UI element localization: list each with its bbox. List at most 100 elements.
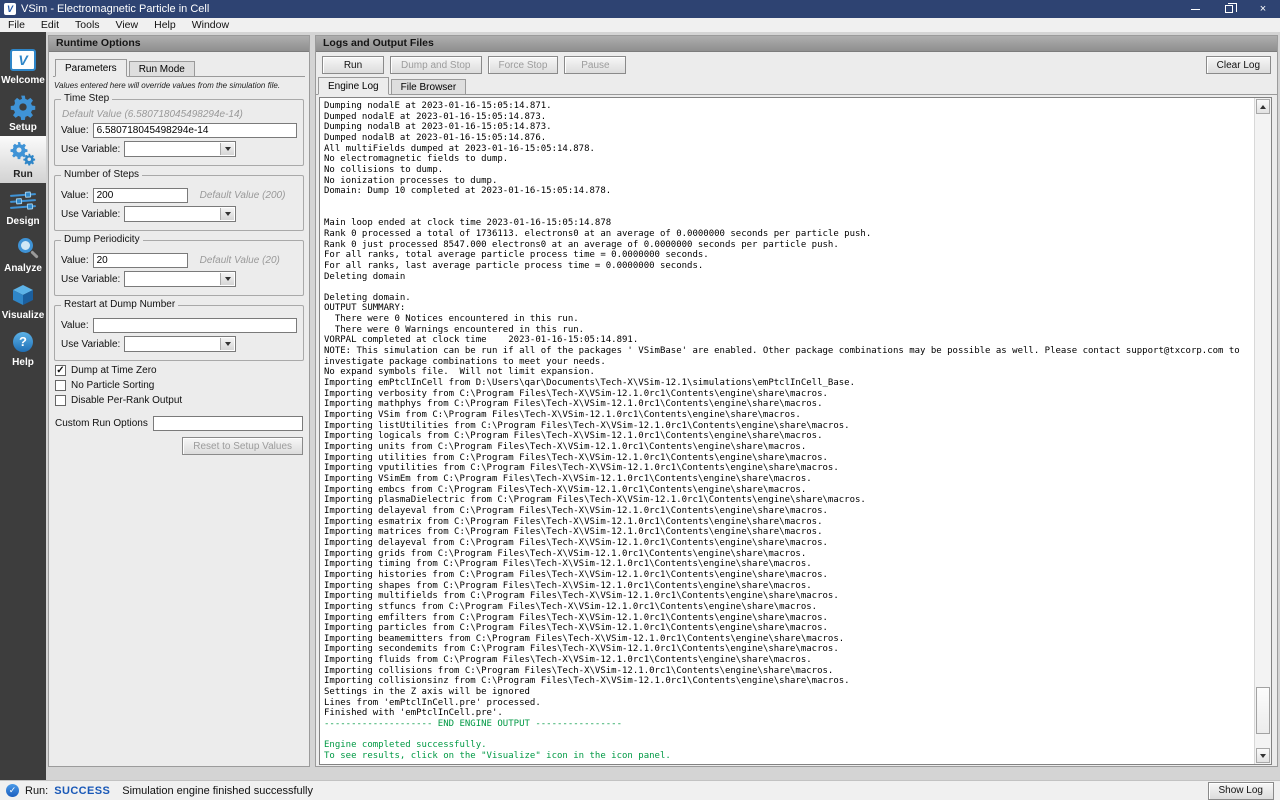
- restore-button[interactable]: [1212, 0, 1246, 18]
- log-line: NOTE: This simulation can be run if all …: [324, 346, 1250, 357]
- sidebar-item-label: Visualize: [2, 310, 45, 321]
- menu-edit[interactable]: Edit: [33, 18, 67, 32]
- log-line: Importing mathphys from C:\Program Files…: [324, 399, 1250, 410]
- log-line: Importing VSimEm from C:\Program Files\T…: [324, 474, 1250, 485]
- log-line: Deleting domain.: [324, 293, 1250, 304]
- checkbox-label: No Particle Sorting: [71, 380, 154, 391]
- sidebar-item-design[interactable]: Design: [0, 183, 46, 230]
- log-line: Importing listUtilities from C:\Program …: [324, 421, 1250, 432]
- log-line: Rank 0 processed a total of 1736113. ele…: [324, 229, 1250, 240]
- minimize-button[interactable]: [1178, 0, 1212, 18]
- run-button[interactable]: Run: [322, 56, 384, 74]
- log-line: All multiFields dumped at 2023-01-16-15:…: [324, 144, 1250, 155]
- sidebar-item-welcome[interactable]: V Welcome: [0, 42, 46, 89]
- log-line: Importing utilities from C:\Program File…: [324, 453, 1250, 464]
- show-log-button[interactable]: Show Log: [1208, 782, 1274, 800]
- log-line: Importing histories from C:\Program File…: [324, 570, 1250, 581]
- dump-and-stop-button[interactable]: Dump and Stop: [390, 56, 482, 74]
- sliders-icon: [10, 187, 36, 215]
- log-line: Dumped nodalE at 2023-01-16-15:05:14.873…: [324, 112, 1250, 123]
- log-line: Engine completed successfully.: [324, 740, 1250, 751]
- log-line: Importing shapes from C:\Program Files\T…: [324, 581, 1250, 592]
- window-title: VSim - Electromagnetic Particle in Cell: [21, 3, 1178, 15]
- close-button[interactable]: ×: [1246, 0, 1280, 18]
- scroll-down-icon[interactable]: [1256, 748, 1270, 763]
- log-line: Importing delayeval from C:\Program File…: [324, 506, 1250, 517]
- number-of-steps-value-input[interactable]: [93, 188, 188, 203]
- log-line: Dumped nodalB at 2023-01-16-15:05:14.876…: [324, 133, 1250, 144]
- log-line: Importing esmatrix from C:\Program Files…: [324, 517, 1250, 528]
- value-label: Value:: [61, 320, 89, 331]
- disable-per-rank-output-checkbox[interactable]: [55, 395, 66, 406]
- log-line: Importing fluids from C:\Program Files\T…: [324, 655, 1250, 666]
- time-step-value-input[interactable]: [93, 123, 297, 138]
- log-line: No expand symbols file. Will not limit e…: [324, 367, 1250, 378]
- log-line: Settings in the Z axis will be ignored: [324, 687, 1250, 698]
- scroll-up-icon[interactable]: [1256, 99, 1270, 114]
- sidebar-item-label: Analyze: [4, 263, 42, 274]
- value-label: Value:: [61, 190, 89, 201]
- dump-periodicity-value-input[interactable]: [93, 253, 188, 268]
- number-of-steps-default-label: Default Value (200): [200, 190, 286, 201]
- pause-button[interactable]: Pause: [564, 56, 626, 74]
- log-line: There were 0 Notices encountered in this…: [324, 314, 1250, 325]
- sidebar-item-label: Help: [12, 357, 34, 368]
- log-scrollbar[interactable]: [1254, 98, 1271, 764]
- sidebar-item-setup[interactable]: Setup: [0, 89, 46, 136]
- menu-tools[interactable]: Tools: [67, 18, 108, 32]
- time-step-variable-dropdown[interactable]: [124, 141, 236, 157]
- override-note: Values entered here will override values…: [54, 81, 304, 90]
- log-line: No ionization processes to dump.: [324, 176, 1250, 187]
- group-title: Restart at Dump Number: [61, 299, 178, 310]
- number-of-steps-variable-dropdown[interactable]: [124, 206, 236, 222]
- use-variable-label: Use Variable:: [61, 209, 120, 220]
- checkbox-label: Dump at Time Zero: [71, 365, 157, 376]
- log-line: Importing multifields from C:\Program Fi…: [324, 591, 1250, 602]
- log-line: -------------------- END ENGINE OUTPUT -…: [324, 719, 1250, 730]
- restart-value-input[interactable]: [93, 318, 297, 333]
- double-gear-icon: [9, 140, 37, 168]
- menu-help[interactable]: Help: [146, 18, 184, 32]
- log-line: Importing delayeval from C:\Program File…: [324, 538, 1250, 549]
- engine-log-view[interactable]: Dumping nodalE at 2023-01-16-15:05:14.87…: [319, 97, 1272, 765]
- sidebar-item-help[interactable]: ? Help: [0, 324, 46, 371]
- value-label: Value:: [61, 255, 89, 266]
- time-step-group: Time Step Default Value (6.5807180454982…: [54, 99, 304, 166]
- log-line: OUTPUT SUMMARY:: [324, 303, 1250, 314]
- vsim-logo-icon: V: [10, 46, 36, 74]
- runtime-options-tabbar: Parameters Run Mode: [53, 58, 305, 77]
- sidebar-item-visualize[interactable]: Visualize: [0, 277, 46, 324]
- force-stop-button[interactable]: Force Stop: [488, 56, 559, 74]
- dump-periodicity-variable-dropdown[interactable]: [124, 271, 236, 287]
- restart-variable-dropdown[interactable]: [124, 336, 236, 352]
- reset-to-setup-values-button[interactable]: Reset to Setup Values: [182, 437, 303, 455]
- status-bar: ✓ Run: SUCCESS Simulation engine finishe…: [0, 780, 1280, 800]
- menu-file[interactable]: File: [0, 18, 33, 32]
- time-step-default-label: Default Value (6.580718045498294e-14): [62, 109, 297, 120]
- log-line: Importing timing from C:\Program Files\T…: [324, 559, 1250, 570]
- clear-log-button[interactable]: Clear Log: [1206, 56, 1271, 74]
- log-line: Importing collisions from C:\Program Fil…: [324, 666, 1250, 677]
- tab-parameters[interactable]: Parameters: [55, 59, 127, 77]
- tab-file-browser[interactable]: File Browser: [391, 79, 467, 94]
- use-variable-label: Use Variable:: [61, 274, 120, 285]
- chevron-down-icon: [220, 273, 234, 285]
- tab-run-mode[interactable]: Run Mode: [129, 61, 195, 76]
- group-title: Dump Periodicity: [61, 234, 143, 245]
- sidebar-item-run[interactable]: Run: [0, 136, 46, 183]
- no-particle-sorting-checkbox[interactable]: [55, 380, 66, 391]
- menu-view[interactable]: View: [108, 18, 147, 32]
- log-line: VORPAL completed at clock time 2023-01-1…: [324, 335, 1250, 346]
- sidebar-item-analyze[interactable]: Analyze: [0, 230, 46, 277]
- log-line: Domain: Dump 10 completed at 2023-01-16-…: [324, 186, 1250, 197]
- log-line: Importing plasmaDielectric from C:\Progr…: [324, 495, 1250, 506]
- restart-at-dump-number-group: Restart at Dump Number Value: Use Variab…: [54, 305, 304, 361]
- status-run-label: Run:: [25, 785, 48, 797]
- dump-periodicity-group: Dump Periodicity Value: Default Value (2…: [54, 240, 304, 296]
- restore-icon: [1225, 5, 1233, 13]
- scrollbar-thumb[interactable]: [1256, 687, 1270, 734]
- menu-window[interactable]: Window: [184, 18, 237, 32]
- dump-at-time-zero-checkbox[interactable]: [55, 365, 66, 376]
- custom-run-options-input[interactable]: [153, 416, 303, 431]
- tab-engine-log[interactable]: Engine Log: [318, 77, 389, 95]
